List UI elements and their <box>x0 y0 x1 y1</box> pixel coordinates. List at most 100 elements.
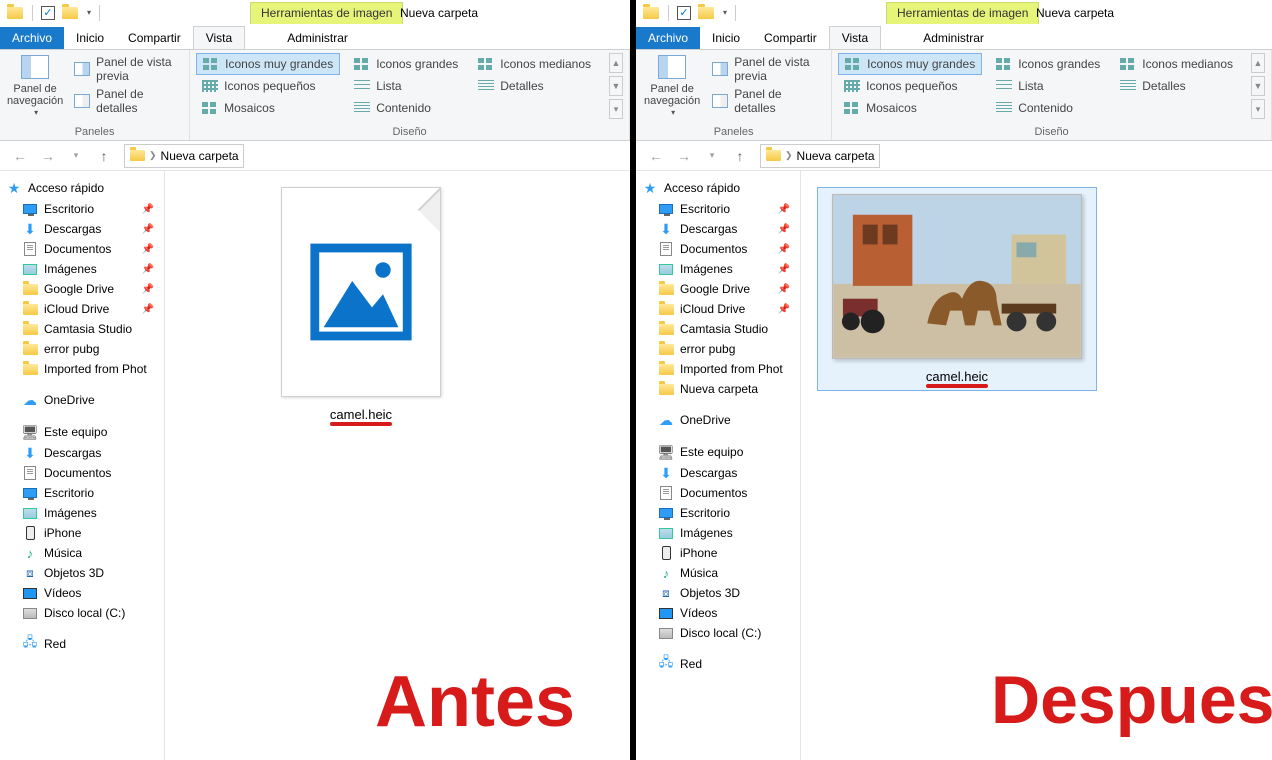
sidebar-item-documentos-pc[interactable]: Documentos <box>636 483 800 503</box>
up-button[interactable]: ↑ <box>92 144 116 168</box>
sidebar-item-imagenes[interactable]: Imágenes📌 <box>0 259 164 279</box>
sidebar-item-imagenes[interactable]: Imágenes📌 <box>636 259 800 279</box>
sidebar-item-errorpubg[interactable]: error pubg <box>0 339 164 359</box>
nav-pane-button[interactable]: Panel de navegación ▾ <box>642 53 702 118</box>
sidebar-item-camtasia[interactable]: Camtasia Studio <box>0 319 164 339</box>
breadcrumb[interactable]: Nueva carpeta <box>161 149 239 163</box>
tab-archivo[interactable]: Archivo <box>636 27 700 49</box>
file-item-camel[interactable]: camel.heic <box>817 187 1097 391</box>
chevron-right-icon[interactable]: ❯ <box>149 150 157 161</box>
tab-vista[interactable]: Vista <box>193 26 245 49</box>
preview-pane-button[interactable]: Panel de vista previa <box>72 53 183 85</box>
address-bar[interactable]: ❯ Nueva carpeta <box>760 144 880 168</box>
recent-dropdown[interactable]: ▾ <box>64 144 88 168</box>
sidebar-item-escritorio-pc[interactable]: Escritorio <box>0 483 164 503</box>
layout-details[interactable]: Detalles <box>472 75 597 97</box>
layout-content[interactable]: Contenido <box>348 97 464 119</box>
sidebar-item-disco-c[interactable]: Disco local (C:) <box>636 623 800 643</box>
sidebar-item-documentos[interactable]: Documentos📌 <box>0 239 164 259</box>
sidebar-item-imported[interactable]: Imported from Phot <box>636 359 800 379</box>
sidebar-item-icloud[interactable]: iCloud Drive📌 <box>636 299 800 319</box>
sidebar-item-disco-c[interactable]: Disco local (C:) <box>0 603 164 623</box>
sidebar-item-escritorio[interactable]: Escritorio📌 <box>636 199 800 219</box>
sidebar-item-objetos3d[interactable]: ⧈Objetos 3D <box>636 583 800 603</box>
sidebar-item-documentos[interactable]: Documentos📌 <box>636 239 800 259</box>
context-tab-imagetools[interactable]: Herramientas de imagen <box>886 2 1039 24</box>
breadcrumb[interactable]: Nueva carpeta <box>797 149 875 163</box>
sidebar-item-gdrive[interactable]: Google Drive📌 <box>0 279 164 299</box>
sidebar-item-imported[interactable]: Imported from Phot <box>0 359 164 379</box>
tab-inicio[interactable]: Inicio <box>700 27 752 49</box>
qat-dropdown-icon[interactable]: ▾ <box>723 8 727 17</box>
layout-xl-icons[interactable]: Iconos muy grandes <box>196 53 340 75</box>
tab-compartir[interactable]: Compartir <box>116 27 193 49</box>
this-pc-header[interactable]: 🖥Este equipo <box>0 421 164 443</box>
sidebar-item-descargas-pc[interactable]: ⬇Descargas <box>636 463 800 483</box>
sidebar-item-musica[interactable]: ♪Música <box>0 543 164 563</box>
layout-sm-icons[interactable]: Iconos pequeños <box>196 75 340 97</box>
sidebar-item-imagenes-pc[interactable]: Imágenes <box>636 523 800 543</box>
up-button[interactable]: ↑ <box>728 144 752 168</box>
network-header[interactable]: 🖧Red <box>636 653 800 675</box>
layout-tiles[interactable]: Mosaicos <box>196 97 340 119</box>
scroll-up-icon[interactable]: ▲ <box>609 53 623 73</box>
tab-administrar[interactable]: Administrar <box>275 27 360 49</box>
details-pane-button[interactable]: Panel de detalles <box>710 85 825 117</box>
tab-administrar[interactable]: Administrar <box>911 27 996 49</box>
sidebar-item-escritorio-pc[interactable]: Escritorio <box>636 503 800 523</box>
qat-folder-icon[interactable] <box>697 4 715 22</box>
onedrive-header[interactable]: ☁OneDrive <box>636 409 800 431</box>
file-item-camel[interactable]: camel.heic <box>221 187 501 422</box>
sidebar-item-nuevacarpeta[interactable]: Nueva carpeta <box>636 379 800 399</box>
back-button[interactable]: ← <box>8 144 32 168</box>
context-tab-imagetools[interactable]: Herramientas de imagen <box>250 2 403 24</box>
sidebar-item-documentos-pc[interactable]: Documentos <box>0 463 164 483</box>
chevron-right-icon[interactable]: ❯ <box>785 150 793 161</box>
tab-inicio[interactable]: Inicio <box>64 27 116 49</box>
sidebar-item-escritorio[interactable]: Escritorio📌 <box>0 199 164 219</box>
layout-md-icons[interactable]: Iconos medianos <box>1114 53 1239 75</box>
address-bar[interactable]: ❯ Nueva carpeta <box>124 144 244 168</box>
tab-compartir[interactable]: Compartir <box>752 27 829 49</box>
sidebar-item-descargas-pc[interactable]: ⬇Descargas <box>0 443 164 463</box>
file-list-area[interactable]: camel.heic Antes <box>165 171 630 760</box>
layout-lg-icons[interactable]: Iconos grandes <box>990 53 1106 75</box>
recent-dropdown[interactable]: ▾ <box>700 144 724 168</box>
layout-lg-icons[interactable]: Iconos grandes <box>348 53 464 75</box>
scroll-down-icon[interactable]: ▼ <box>609 76 623 96</box>
layout-details[interactable]: Detalles <box>1114 75 1239 97</box>
sidebar-item-iphone[interactable]: iPhone <box>0 523 164 543</box>
layout-md-icons[interactable]: Iconos medianos <box>472 53 597 75</box>
sidebar-item-iphone[interactable]: iPhone <box>636 543 800 563</box>
sidebar-item-videos[interactable]: Vídeos <box>636 603 800 623</box>
layout-xl-icons[interactable]: Iconos muy grandes <box>838 53 982 75</box>
layout-list[interactable]: Lista <box>348 75 464 97</box>
onedrive-header[interactable]: ☁OneDrive <box>0 389 164 411</box>
scroll-up-icon[interactable]: ▲ <box>1251 53 1265 73</box>
forward-button[interactable]: → <box>672 144 696 168</box>
quick-access-header[interactable]: ★Acceso rápido <box>0 177 164 199</box>
gallery-expand-icon[interactable]: ▾ <box>1251 99 1265 119</box>
nav-pane-button[interactable]: Panel de navegación ▾ <box>6 53 64 118</box>
scroll-down-icon[interactable]: ▼ <box>1251 76 1265 96</box>
qat-dropdown-icon[interactable]: ▾ <box>87 8 91 17</box>
network-header[interactable]: 🖧Red <box>0 633 164 655</box>
tab-archivo[interactable]: Archivo <box>0 27 64 49</box>
qat-check-icon[interactable]: ✓ <box>41 6 55 20</box>
back-button[interactable]: ← <box>644 144 668 168</box>
sidebar-item-gdrive[interactable]: Google Drive📌 <box>636 279 800 299</box>
qat-folder-icon[interactable] <box>61 4 79 22</box>
sidebar-item-musica[interactable]: ♪Música <box>636 563 800 583</box>
quick-access-header[interactable]: ★Acceso rápido <box>636 177 800 199</box>
file-list-area[interactable]: camel.heic Despues <box>801 171 1272 760</box>
sidebar-item-camtasia[interactable]: Camtasia Studio <box>636 319 800 339</box>
layout-list[interactable]: Lista <box>990 75 1106 97</box>
sidebar-item-imagenes-pc[interactable]: Imágenes <box>0 503 164 523</box>
sidebar-item-descargas[interactable]: ⬇Descargas📌 <box>636 219 800 239</box>
preview-pane-button[interactable]: Panel de vista previa <box>710 53 825 85</box>
layout-content[interactable]: Contenido <box>990 97 1106 119</box>
sidebar-item-errorpubg[interactable]: error pubg <box>636 339 800 359</box>
layout-sm-icons[interactable]: Iconos pequeños <box>838 75 982 97</box>
gallery-expand-icon[interactable]: ▾ <box>609 99 623 119</box>
sidebar-item-icloud[interactable]: iCloud Drive📌 <box>0 299 164 319</box>
